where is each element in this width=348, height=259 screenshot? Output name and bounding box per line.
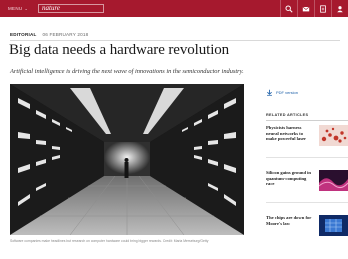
pdf-version-link[interactable]: PDF version xyxy=(266,88,298,96)
hero-image xyxy=(10,84,244,235)
article-kicker: EDITORIAL 06 FEBRUARY 2018 xyxy=(10,32,88,37)
article-type: EDITORIAL xyxy=(10,32,37,37)
related-article-title[interactable]: Physicists harness neural networks to ma… xyxy=(266,125,314,142)
related-divider xyxy=(266,120,348,121)
email-icon[interactable] xyxy=(297,0,314,17)
nav-icon-group xyxy=(280,0,348,17)
download-arrow-icon xyxy=(267,89,272,96)
image-caption: Software companies make headlines but re… xyxy=(10,239,209,243)
related-separator xyxy=(266,202,348,203)
pdf-version-label: PDF version xyxy=(276,89,299,95)
related-article-title[interactable]: Silicon gains ground in quantum-computin… xyxy=(266,170,314,187)
search-icon[interactable] xyxy=(280,0,297,17)
brand-logo: nature xyxy=(42,4,61,12)
chevron-down-icon: ⌄ xyxy=(24,6,29,11)
menu-button[interactable]: MENU ⌄ xyxy=(8,5,28,12)
brand-logo-link[interactable]: nature xyxy=(38,4,104,13)
magenta-wave-thumbnail[interactable] xyxy=(319,170,348,191)
related-article-title[interactable]: The chips are down for Moore's law xyxy=(266,215,314,226)
related-articles-heading: RELATED ARTICLES xyxy=(266,113,309,117)
download-icon[interactable] xyxy=(314,0,331,17)
top-nav-bar: MENU ⌄ nature xyxy=(0,0,348,17)
menu-label: MENU xyxy=(8,6,23,11)
blue-chip-thumbnail[interactable] xyxy=(319,215,348,236)
related-separator xyxy=(266,157,348,158)
article-standfirst: Artificial intelligence is driving the n… xyxy=(10,68,244,75)
page-title: Big data needs a hardware revolution xyxy=(9,42,230,58)
article-date: 06 FEBRUARY 2018 xyxy=(42,32,89,37)
red-dots-thumbnail[interactable] xyxy=(319,125,348,146)
account-icon[interactable] xyxy=(331,0,348,17)
